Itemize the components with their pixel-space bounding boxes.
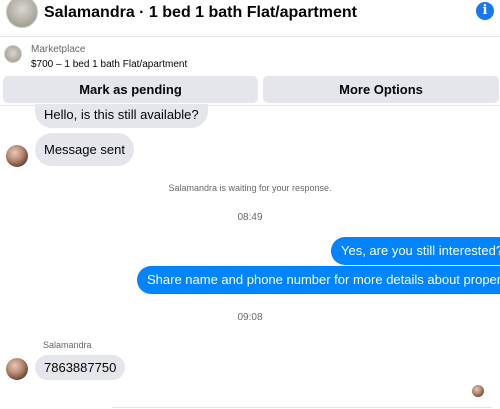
message-incoming: Message sent bbox=[35, 133, 134, 166]
waiting-notice: Salamandra is waiting for your response. bbox=[168, 183, 332, 193]
marketplace-label: Marketplace bbox=[31, 44, 86, 55]
message-incoming: 7863887750 bbox=[35, 355, 126, 380]
sender-avatar[interactable] bbox=[6, 358, 28, 380]
message-outgoing: Yes, are you still interested? bbox=[331, 237, 500, 265]
listing-thumbnail bbox=[4, 45, 22, 63]
mark-as-pending-button[interactable]: Mark as pending bbox=[3, 76, 258, 103]
composer-divider bbox=[112, 407, 492, 408]
message-outgoing: Share name and phone number for more det… bbox=[137, 266, 500, 294]
sender-name: Salamandra bbox=[43, 340, 92, 350]
conversation-header: Salamandra · 1 bed 1 bath Flat/apartment… bbox=[0, 0, 500, 36]
listing-summary[interactable]: Marketplace $700 – 1 bed 1 bath Flat/apa… bbox=[0, 37, 500, 74]
listing-avatar[interactable] bbox=[6, 0, 38, 28]
info-icon[interactable]: i bbox=[476, 2, 494, 20]
message-incoming: Hello, is this still available? bbox=[35, 104, 208, 128]
conversation-title[interactable]: Salamandra · 1 bed 1 bath Flat/apartment bbox=[44, 4, 357, 22]
seen-receipt-avatar bbox=[472, 385, 484, 397]
sender-avatar[interactable] bbox=[6, 145, 28, 167]
timestamp: 09:08 bbox=[237, 312, 263, 323]
timestamp: 08:49 bbox=[237, 212, 263, 223]
listing-price-title: $700 – 1 bed 1 bath Flat/apartment bbox=[31, 59, 188, 70]
more-options-button[interactable]: More Options bbox=[263, 76, 499, 103]
